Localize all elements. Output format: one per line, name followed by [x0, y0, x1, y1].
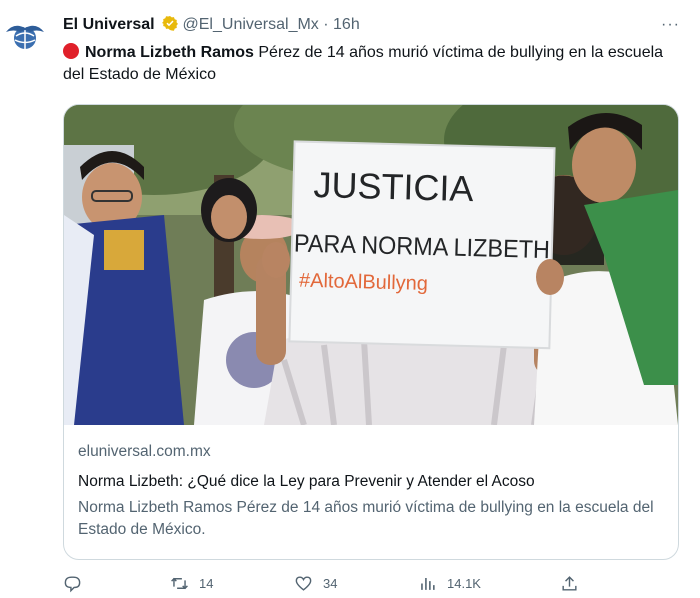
tweet-text: Norma Lizbeth Ramos Pérez de 14 años mur… [63, 42, 688, 86]
globe-eagle-logo-icon [3, 15, 47, 59]
like-count: 34 [323, 576, 338, 591]
card-title[interactable]: Norma Lizbeth: ¿Qué dice la Ley para Pre… [78, 471, 664, 493]
tweet-actions: 14 34 14.1K [63, 574, 593, 598]
views-bar-chart-icon [421, 577, 435, 590]
author-handle[interactable]: @El_Universal_Mx [183, 16, 319, 33]
sign-line-3: #AltoAlBullyng [299, 270, 429, 295]
like-button[interactable]: 34 [294, 574, 337, 593]
separator-dot: · [323, 16, 329, 33]
tweet-header: El Universal @El_Universal_Mx · 16h ··· [63, 14, 680, 36]
author-name[interactable]: El Universal [63, 16, 155, 33]
reply-icon [64, 576, 81, 593]
protest-photo[interactable]: JUSTICIA PARA NORMA LIZBETH #AltoAlBully… [64, 105, 678, 425]
tweet-text-bold: Norma Lizbeth Ramos [85, 44, 254, 61]
sign-line-1: JUSTICIA [313, 164, 474, 209]
share-icon [562, 576, 577, 591]
retweet-button[interactable]: 14 [170, 574, 213, 593]
card-domain: eluniversal.com.mx [78, 443, 211, 460]
card-description: Norma Lizbeth Ramos Pérez de 14 años mur… [78, 499, 654, 538]
more-options-icon[interactable]: ··· [661, 14, 680, 36]
card-body: eluniversal.com.mx Norma Lizbeth: ¿Qué d… [78, 441, 664, 541]
red-circle-emoji-icon [63, 43, 79, 59]
views-count: 14.1K [447, 576, 481, 591]
avatar[interactable] [2, 14, 48, 60]
reply-button[interactable] [63, 574, 92, 593]
verified-badge-icon [162, 16, 178, 31]
tweet-time[interactable]: 16h [333, 16, 360, 33]
views-button[interactable]: 14.1K [418, 574, 481, 593]
link-card[interactable]: JUSTICIA PARA NORMA LIZBETH #AltoAlBully… [63, 104, 679, 560]
retweet-icon [171, 577, 188, 590]
share-button[interactable] [560, 574, 579, 593]
retweet-count: 14 [199, 576, 214, 591]
heart-icon [295, 576, 312, 591]
